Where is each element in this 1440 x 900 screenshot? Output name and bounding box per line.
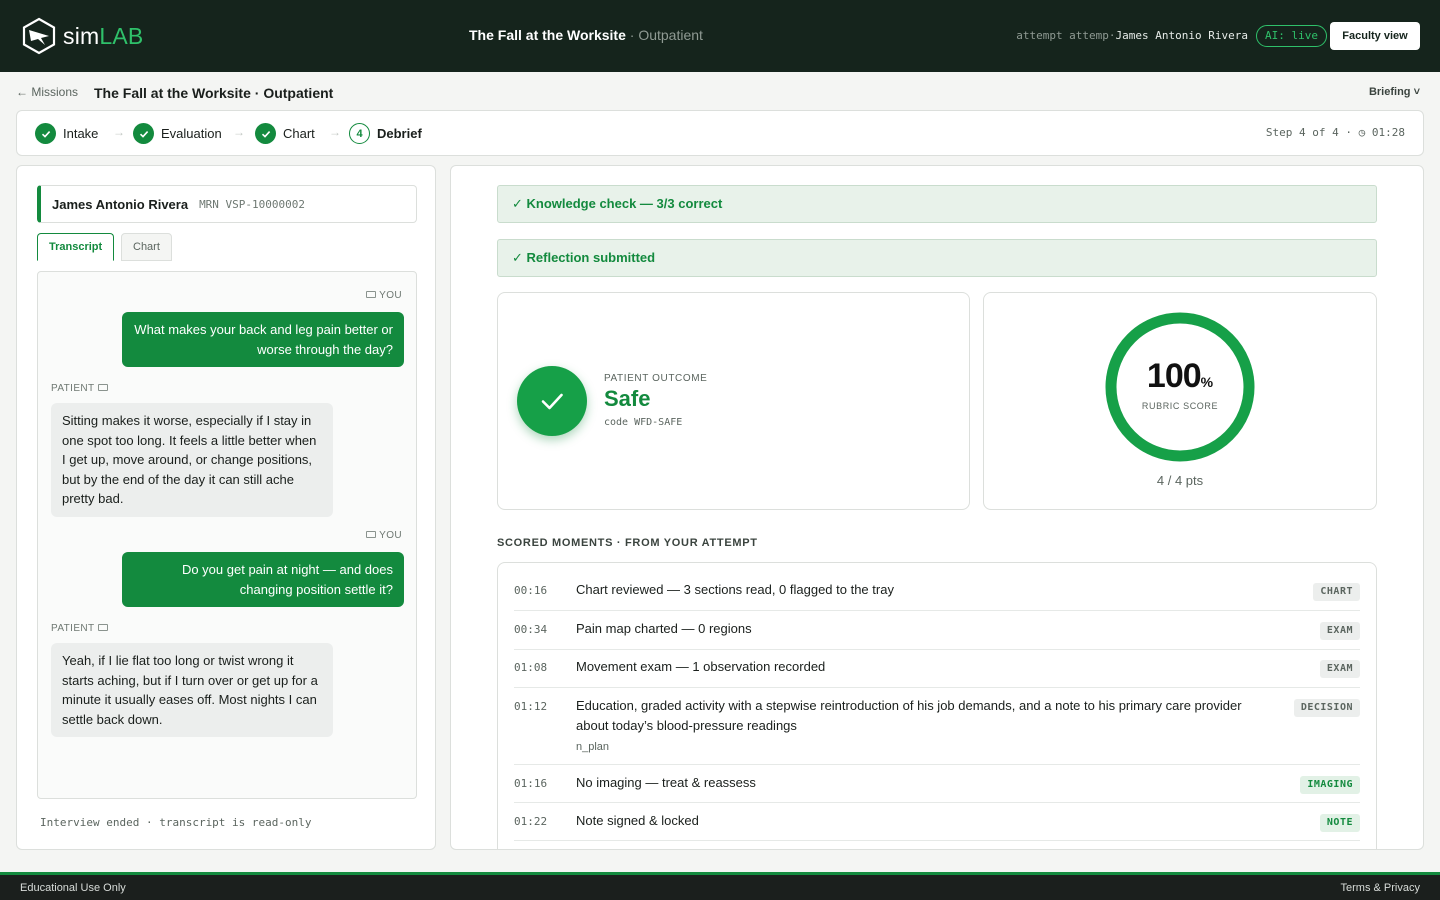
moment-row: 01:12 Education, graded activity with a … — [514, 688, 1360, 765]
terms-privacy-link[interactable]: Terms & Privacy — [1341, 882, 1420, 894]
moment-time: 01:08 — [514, 661, 548, 674]
step-timer: Step 4 of 4 · ◷ 01:28 — [1265, 126, 1405, 139]
outcome-value: Safe — [604, 386, 651, 411]
check-icon — [133, 123, 154, 144]
footer-disclaimer: Educational Use Only — [20, 882, 126, 894]
transcript-panel: James Antonio Rivera MRN VSP-10000002 Tr… — [16, 165, 436, 850]
moment-tag: EXAM — [1319, 660, 1360, 678]
step-label: Intake — [63, 126, 99, 141]
debrief-panel: ✓ Knowledge check — 3/3 correct ✓ Reflec… — [450, 165, 1424, 850]
moment-row: 00:16 Chart reviewed — 3 sections read, … — [514, 573, 1360, 611]
check-icon — [35, 123, 56, 144]
logo[interactable]: simLAB — [20, 17, 143, 55]
message-patient: Sitting makes it worse, especially if I … — [51, 403, 333, 517]
patient-outcome-card: PATIENT OUTCOME Safe code WFD-SAFE — [497, 292, 970, 510]
tab-chart[interactable]: Chart — [121, 233, 172, 261]
message-you: Do you get pain at night — and does chan… — [122, 552, 404, 607]
moment-desc: Note signed & locked — [576, 813, 699, 828]
moment-row: 01:16 No imaging — treat & reassess IMAG… — [514, 765, 1360, 803]
speaker-label-you: YOU — [363, 290, 402, 301]
moment-tag: EXAM — [1319, 622, 1360, 640]
patient-header: James Antonio Rivera MRN VSP-10000002 — [37, 185, 417, 223]
moment-time: 01:12 — [514, 700, 548, 713]
tab-transcript[interactable]: Transcript — [37, 233, 115, 261]
faculty-view-button[interactable]: Faculty view — [1330, 22, 1420, 50]
arrow-right-icon: → — [113, 125, 125, 139]
top-bar: simLAB The Fall at the Worksite · Outpat… — [0, 0, 1440, 72]
rubric-score-card: 100% RUBRIC SCORE 4 / 4 pts — [983, 292, 1377, 510]
score-points: 4 / 4 pts — [1156, 473, 1204, 488]
attempt-info: attempt attemp·James Antonio Rivera — [1016, 29, 1248, 42]
moment-time: 01:16 — [514, 777, 548, 790]
step-number: 4 — [349, 123, 370, 144]
progress-stepper: Intake → Evaluation → Chart → 4 Debrief … — [16, 110, 1424, 156]
moment-time: 01:22 — [514, 815, 548, 828]
message-patient: Yeah, if I lie flat too long or twist wr… — [51, 643, 333, 737]
moment-sub: n_plan — [576, 741, 610, 753]
briefing-dropdown[interactable]: Briefing ˅ — [1369, 86, 1420, 98]
moment-desc: Movement exam — 1 observation recorded — [576, 659, 826, 674]
step-intake[interactable]: Intake — [35, 123, 98, 144]
moment-tag: CHART — [1313, 583, 1360, 601]
keyboard-icon — [366, 530, 377, 538]
moment-tag: NOTE — [1319, 814, 1360, 832]
outcome-code: code WFD-SAFE — [604, 417, 683, 428]
score-label: RUBRIC SCORE — [1141, 401, 1219, 411]
scored-moments-list[interactable]: 00:16 Chart reviewed — 3 sections read, … — [497, 562, 1377, 849]
reflection-banner: ✓ Reflection submitted — [497, 239, 1377, 277]
arrow-right-icon: → — [233, 125, 245, 139]
moment-desc: Pain map charted — 0 regions — [576, 621, 752, 636]
scored-moments-heading: SCORED MOMENTS · FROM YOUR ATTEMPT — [497, 537, 758, 549]
moment-time: 00:34 — [514, 623, 548, 636]
speaker-label-patient: PATIENT — [51, 383, 111, 394]
keyboard-icon — [97, 623, 108, 631]
patient-mrn: MRN VSP-10000002 — [199, 197, 306, 211]
logo-icon — [22, 17, 56, 55]
moment-tag: DECISION — [1293, 699, 1360, 717]
transcript-status: Interview ended · transcript is read-onl… — [40, 816, 312, 829]
moment-row: 01:22 Note signed & locked NOTE — [514, 803, 1360, 841]
transcript-log[interactable]: YOU What makes your back and leg pain be… — [37, 271, 417, 799]
check-circle-icon — [517, 366, 587, 436]
moment-row: 01:08 Movement exam — 1 observation reco… — [514, 650, 1360, 688]
keyboard-icon — [97, 383, 108, 391]
step-label: Debrief — [377, 126, 422, 141]
step-label: Evaluation — [161, 126, 222, 141]
mission-title: The Fall at the Worksite · Outpatient — [469, 27, 703, 43]
step-label: Chart — [283, 126, 315, 141]
ai-status-badge: AI: live — [1256, 25, 1327, 47]
message-you: What makes your back and leg pain better… — [122, 312, 404, 367]
step-evaluation[interactable]: Evaluation — [133, 123, 222, 144]
moment-tag: IMAGING — [1300, 776, 1360, 794]
keyboard-icon — [366, 290, 377, 298]
speaker-label-patient: PATIENT — [51, 623, 111, 634]
outcome-label: PATIENT OUTCOME — [604, 373, 708, 384]
moment-desc: Chart reviewed — 3 sections read, 0 flag… — [576, 582, 894, 597]
moment-row: 00:34 Pain map charted — 0 regions EXAM — [514, 611, 1360, 650]
step-chart[interactable]: Chart — [255, 123, 315, 144]
score-value: 100% — [1146, 357, 1214, 395]
back-to-missions-link[interactable]: ← Missions — [16, 85, 78, 99]
logo-wordmark: simLAB — [63, 22, 144, 49]
patient-name: James Antonio Rivera — [52, 196, 189, 212]
speaker-label-you: YOU — [363, 530, 402, 541]
arrow-right-icon: → — [329, 125, 341, 139]
moment-desc: No imaging — treat & reassess — [576, 775, 756, 790]
check-icon — [255, 123, 276, 144]
knowledge-check-banner: ✓ Knowledge check — 3/3 correct — [497, 185, 1377, 223]
step-debrief[interactable]: 4 Debrief — [349, 123, 422, 144]
moment-time: 00:16 — [514, 584, 548, 597]
footer: Educational Use Only Terms & Privacy — [0, 872, 1440, 900]
moment-desc: Education, graded activity with a stepwi… — [576, 696, 1256, 755]
page-title: The Fall at the Worksite · Outpatient — [94, 85, 334, 101]
